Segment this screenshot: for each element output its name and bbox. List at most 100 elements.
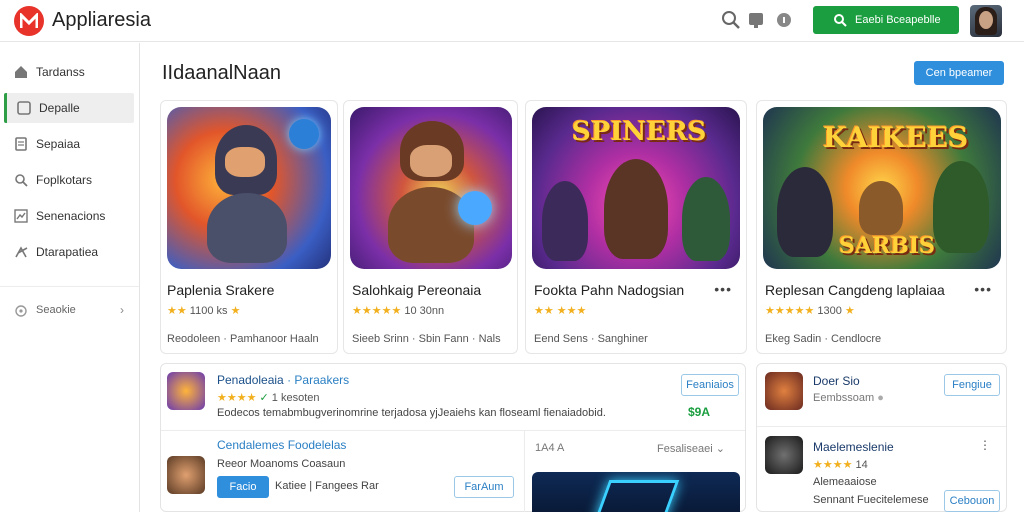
settings-icon bbox=[15, 305, 27, 317]
star-rating-icon: ★★★★ bbox=[813, 459, 853, 471]
sidebar-item-label: Tardanss bbox=[36, 65, 85, 79]
search-icon bbox=[15, 174, 28, 187]
verified-icon: ✓ bbox=[259, 392, 269, 404]
list-item-text: Eembssoam ● bbox=[813, 392, 884, 404]
rating-count: 1100 ks bbox=[189, 305, 228, 317]
list-item-action-button[interactable]: Cebouon bbox=[944, 490, 1000, 512]
list-item-action-button[interactable]: Feaniaios bbox=[681, 374, 739, 396]
list-item-description: Eodecos temabmbugverinomrine terjadosa y… bbox=[217, 407, 606, 419]
app-card-rating: ★★ 1100 ks ★ bbox=[167, 304, 240, 317]
search-icon[interactable] bbox=[720, 9, 742, 31]
preview-image[interactable] bbox=[532, 472, 740, 512]
search-icon bbox=[834, 14, 847, 27]
list-item-title: Cendalemes Foodelelas bbox=[217, 438, 347, 452]
star-rating-icon: ★★★★★ bbox=[352, 305, 402, 317]
document-icon bbox=[15, 137, 27, 151]
sidebar-item-label: Seaokie bbox=[36, 304, 76, 316]
app-card[interactable]: KAIKEES SARBIS Replesan Cangdeng laplaia… bbox=[756, 100, 1007, 354]
search-button[interactable]: Eaebi Bceapeblle bbox=[813, 6, 959, 34]
app-card-subtitle: Sieeb Srinn · Sbin Fann · Nals bbox=[352, 333, 501, 345]
page-title: IIdaanalNaan bbox=[162, 62, 281, 84]
list-item-tag-text: Paraakers bbox=[294, 373, 350, 387]
app-card[interactable]: SPINERS Fookta Pahn Nadogsian ••• ★★ ★★★… bbox=[525, 100, 747, 354]
star-icon: ★ bbox=[844, 305, 855, 317]
list-divider bbox=[757, 426, 1006, 427]
list-item-rating: ★★★★ 14 bbox=[813, 458, 868, 471]
sidebar-item-label: Depalle bbox=[39, 101, 80, 115]
rating-count: 10 30nn bbox=[404, 305, 445, 317]
sidebar-divider bbox=[0, 286, 139, 287]
list-item-action-button[interactable]: Fengiue bbox=[944, 374, 1000, 396]
logo-mark-icon bbox=[20, 13, 38, 28]
more-options-icon[interactable]: ••• bbox=[714, 281, 732, 297]
list-item-link[interactable]: Katiee | Fangees Rar bbox=[275, 480, 379, 492]
sidebar-item-seaokie[interactable]: Seaokie › bbox=[4, 296, 134, 326]
star-rating-icon: ★★ ★★★ bbox=[534, 305, 587, 317]
panel-divider bbox=[524, 430, 525, 512]
app-card-image: KAIKEES SARBIS bbox=[763, 107, 1001, 269]
chevron-down-icon: ⌄ bbox=[715, 443, 725, 455]
list-item-title: Maelemeslenie bbox=[813, 440, 894, 454]
chart-icon bbox=[14, 209, 28, 223]
sidebar-item-foplkotars[interactable]: Foplkotars bbox=[4, 165, 134, 195]
list-item-primary-button[interactable]: Facio bbox=[217, 476, 269, 498]
more-options-icon[interactable]: ••• bbox=[974, 281, 992, 297]
app-card-subtitle: Ekeg Sadin · Cendlocre bbox=[765, 333, 882, 345]
sidebar-item-label: Foplkotars bbox=[36, 173, 93, 187]
sidebar-item-tardanss[interactable]: Tardanss bbox=[4, 57, 134, 87]
sidebar-item-senenacions[interactable]: Senenacions bbox=[4, 201, 134, 231]
list-item-secondary-button[interactable]: FarAum bbox=[454, 476, 514, 498]
more-options-icon[interactable]: ⋮ bbox=[979, 438, 991, 452]
preview-right-text: Fesaliseaei bbox=[657, 443, 713, 455]
app-card-title: Salohkaig Pereonaia bbox=[352, 282, 482, 298]
preview-label: 1A4 A bbox=[535, 442, 565, 454]
sidebar-item-label: Senenacions bbox=[36, 209, 106, 223]
rating-count: 1 kesoten bbox=[271, 392, 320, 404]
app-card-rating: ★★★★★ 1300 ★ bbox=[765, 304, 855, 317]
list-item-text: Reeor Moanoms Coasaun bbox=[217, 458, 346, 470]
list-item-title: Doer Sio bbox=[813, 374, 860, 388]
app-card-title: Paplenia Srakere bbox=[167, 282, 275, 298]
list-divider bbox=[161, 430, 745, 431]
list-item-text: Alemeaaiose bbox=[813, 476, 877, 488]
home-icon bbox=[15, 66, 27, 78]
sidebar-item-dtarapatiea[interactable]: Dtarapatiea bbox=[4, 237, 134, 267]
list-item-rating: ★★★★ ✓ 1 kesoten bbox=[217, 391, 320, 404]
app-card[interactable]: Paplenia Srakere ★★ 1100 ks ★ Reodoleen … bbox=[160, 100, 338, 354]
list-item-text: Sennant Fuecitelemese bbox=[813, 494, 929, 506]
star-rating-icon: ★★★★ bbox=[217, 392, 257, 404]
status-dot-icon: ● bbox=[877, 392, 884, 404]
share-icon bbox=[15, 246, 28, 258]
info-icon[interactable] bbox=[773, 9, 795, 31]
app-card-image bbox=[350, 107, 512, 269]
app-title: Appliaresia bbox=[52, 9, 151, 31]
star-rating-icon: ★★★★★ bbox=[765, 305, 815, 317]
user-avatar[interactable] bbox=[970, 5, 1002, 37]
notifications-icon[interactable] bbox=[745, 9, 767, 31]
chevron-right-icon: › bbox=[120, 303, 124, 317]
app-card[interactable]: Salohkaig Pereonaia ★★★★★ 10 30nn Sieeb … bbox=[343, 100, 518, 354]
secondary-list-panel: Doer Sio Eembssoam ● Fengiue Maelemeslen… bbox=[756, 363, 1007, 512]
sidebar-item-sepaiaa[interactable]: Sepaiaa bbox=[4, 129, 134, 159]
app-card-image: SPINERS bbox=[532, 107, 740, 269]
list-item-text-value: Eembssoam bbox=[813, 392, 875, 404]
list-item-title: Penadoleaia bbox=[217, 373, 284, 387]
rating-count: 14 bbox=[855, 459, 868, 471]
search-button-label: Eaebi Bceapeblle bbox=[855, 14, 941, 26]
app-card-subtitle: Eend Sens · Sanghiner bbox=[534, 333, 648, 345]
star-icon: ★ bbox=[230, 305, 241, 317]
sidebar-item-label: Dtarapatiea bbox=[36, 245, 99, 259]
art-title-text: SPINERS bbox=[572, 117, 707, 147]
star-rating-icon: ★★ bbox=[167, 305, 187, 317]
app-card-subtitle: Reodoleen · Pamhanoor Haaln bbox=[167, 333, 319, 345]
art-subtitle-text: SARBIS bbox=[839, 233, 936, 259]
list-item[interactable]: Penadoleaia · Paraakers bbox=[217, 373, 349, 387]
primary-action-button[interactable]: Cen bpeamer bbox=[914, 61, 1004, 85]
app-logo[interactable] bbox=[14, 6, 44, 36]
sidebar-item-depalle[interactable]: Depalle bbox=[4, 93, 134, 123]
app-card-image bbox=[167, 107, 331, 269]
rating-count: 1300 bbox=[817, 305, 842, 317]
featured-list-panel: Penadoleaia · Paraakers ★★★★ ✓ 1 kesoten… bbox=[160, 363, 746, 512]
list-item-tag: · Paraakers bbox=[287, 373, 350, 387]
app-card-rating: ★★ ★★★ bbox=[534, 304, 586, 317]
